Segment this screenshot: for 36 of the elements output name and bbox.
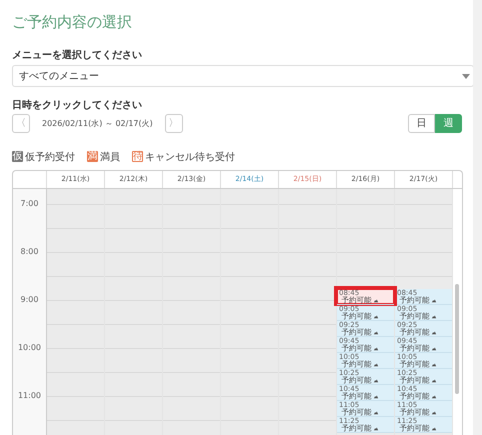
legend-label: 満員 (100, 150, 120, 164)
hour-label: 11:00 (16, 391, 42, 402)
page-title: ご予約内容の選択 (12, 13, 133, 33)
mountain-icon (374, 331, 378, 334)
hour-label: 8:00 (20, 247, 40, 258)
legend-label: 仮予約受付 (25, 150, 75, 164)
mountain-icon (374, 395, 378, 398)
menu-select[interactable]: すべてのメニュー (12, 65, 474, 87)
mountain-icon (432, 299, 436, 302)
mountain-icon (432, 331, 436, 334)
mountain-icon (374, 363, 378, 366)
mountain-icon (432, 427, 436, 430)
mountain-icon (374, 299, 378, 302)
mountain-icon (432, 363, 436, 366)
view-tab[interactable]: 日 (408, 114, 435, 132)
caret-icon (462, 74, 470, 78)
legend-label: キャンセル待ち受付 (145, 150, 235, 164)
mountain-icon (432, 347, 436, 350)
mountain-icon (374, 411, 378, 414)
mountain-icon (432, 411, 436, 414)
legend-badge: 満 (87, 151, 98, 162)
date-range: 2026/02/11(水) ～ 02/17(火) (42, 118, 153, 128)
date-label: 日時をクリックしてください (12, 98, 143, 112)
scrollbar-thumb[interactable] (455, 284, 459, 394)
mountain-icon (374, 315, 378, 318)
mountain-icon (432, 395, 436, 398)
mountain-icon (432, 315, 436, 318)
hour-label: 10:00 (16, 343, 42, 354)
mountain-icon (374, 347, 378, 350)
hour-label: 9:00 (20, 295, 40, 306)
hour-label: 7:00 (20, 199, 40, 210)
mountain-icon (374, 379, 378, 382)
mountain-icon (374, 427, 378, 430)
mountain-icon (432, 379, 436, 382)
menu-label: メニューを選択してください (12, 48, 143, 62)
legend-badge: 仮 (12, 151, 23, 162)
